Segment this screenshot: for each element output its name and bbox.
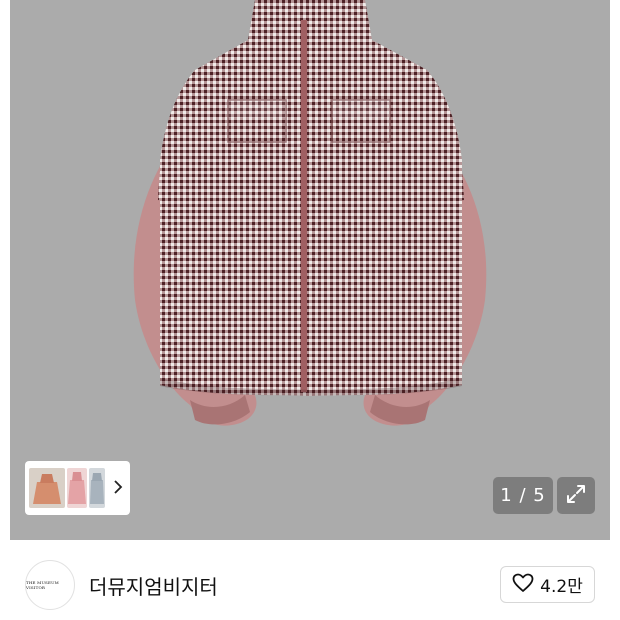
image-counter: 1 / 5 <box>493 477 553 514</box>
product-image[interactable] <box>0 0 620 540</box>
expand-button[interactable] <box>557 477 595 514</box>
like-count: 4.2만 <box>540 577 583 597</box>
thumbnail-2[interactable] <box>67 468 87 508</box>
expand-icon <box>565 483 587 509</box>
product-page: 1 / 5 THE MUSEUM VISITOR 더뮤지엄비지터 4.2만 <box>0 0 620 620</box>
seller-avatar[interactable]: THE MUSEUM VISITOR <box>25 560 75 610</box>
thumbnail-3[interactable] <box>89 468 105 508</box>
chevron-right-icon[interactable] <box>113 479 123 497</box>
like-button[interactable]: 4.2만 <box>500 566 595 603</box>
image-index: 1 / 5 <box>500 485 546 506</box>
seller-bar: THE MUSEUM VISITOR 더뮤지엄비지터 4.2만 <box>0 540 620 620</box>
seller-name[interactable]: 더뮤지엄비지터 <box>89 571 218 600</box>
thumbnail-strip[interactable] <box>25 461 130 515</box>
product-image-viewer[interactable]: 1 / 5 <box>0 0 620 540</box>
seller-logo-text: THE MUSEUM VISITOR <box>26 580 59 590</box>
thumbnail-1[interactable] <box>29 468 65 508</box>
heart-icon <box>512 573 534 597</box>
